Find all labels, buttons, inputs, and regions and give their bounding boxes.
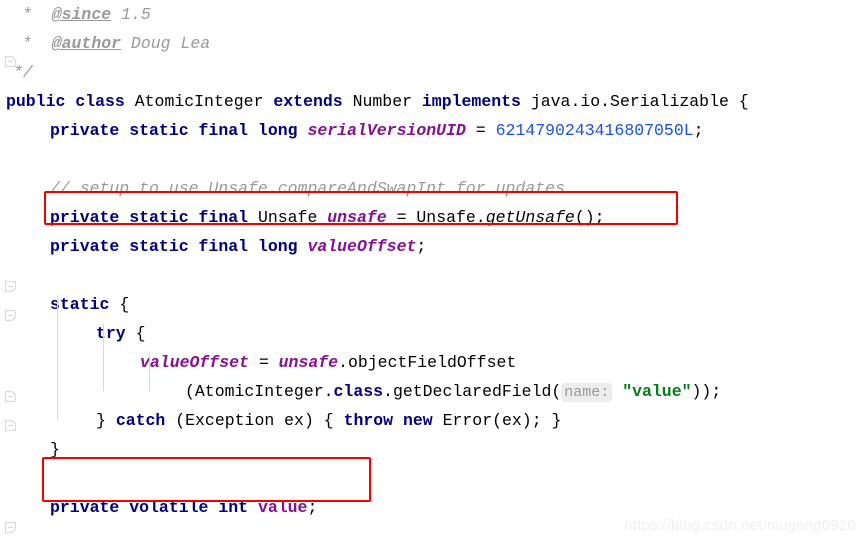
- code-editor-screenshot: * @since 1.5 * @author Doug Lea */public c…: [0, 0, 868, 542]
- guide-inner: [149, 353, 150, 391]
- line-class-decl[interactable]: public class AtomicInteger extends Numbe…: [0, 87, 749, 116]
- line-static-block-close-token-0: }: [50, 440, 60, 459]
- line-javadoc-author-token-0: *: [22, 34, 52, 53]
- line-comment-setup[interactable]: // setup to use Unsafe.compareAndSwapInt…: [0, 174, 565, 203]
- line-class-decl-token-6: implements: [421, 92, 521, 111]
- line-try-open[interactable]: try {: [0, 319, 146, 348]
- line-get-declared-field-token-4: [612, 382, 622, 401]
- line-catch-token-0: }: [96, 411, 116, 430]
- line-unsafe-field-token-2: unsafe: [327, 208, 387, 227]
- line-javadoc-author-token-1: @author: [51, 34, 122, 53]
- line-static-block-open[interactable]: static {: [0, 290, 129, 319]
- line-static-block-open-token-0: static: [50, 295, 110, 314]
- line-value-offset-field-token-3: ;: [416, 237, 427, 256]
- line-javadoc-end[interactable]: */: [0, 58, 33, 87]
- line-unsafe-field-token-0: private static final: [50, 208, 249, 227]
- line-unsafe-field-token-1: Unsafe: [248, 208, 328, 227]
- line-class-decl-token-4: extends: [273, 92, 343, 111]
- line-javadoc-author[interactable]: * @author Doug Lea: [0, 29, 210, 58]
- line-get-declared-field-token-5: "value": [622, 382, 692, 401]
- line-unsafe-field-token-5: ();: [574, 208, 605, 227]
- line-class-decl-token-5: Number: [342, 92, 422, 111]
- line-value-offset-assign-token-3: .objectFieldOffset: [338, 353, 517, 372]
- line-class-decl-token-1: [65, 92, 75, 111]
- line-value-offset-field-token-1: [298, 237, 308, 256]
- line-serial-version-uid-token-5: ;: [693, 121, 704, 140]
- line-value-field-token-0: private volatile int: [50, 498, 249, 517]
- line-try-open-token-0: try: [96, 324, 126, 343]
- line-catch-token-3: throw new: [343, 411, 433, 430]
- line-value-offset-field-token-0: private static final long: [50, 237, 298, 256]
- line-unsafe-field-token-3: = Unsafe.: [386, 208, 486, 227]
- line-value-offset-assign-token-2: unsafe: [278, 353, 339, 372]
- line-unsafe-field-token-4: getUnsafe: [485, 208, 575, 227]
- line-value-offset-assign-token-0: valueOffset: [140, 353, 249, 372]
- line-value-offset-assign[interactable]: valueOffset = unsafe.objectFieldOffset: [0, 348, 516, 377]
- line-serial-version-uid-token-0: private static final long: [50, 121, 298, 140]
- line-serial-version-uid-token-2: serialVersionUID: [307, 121, 466, 140]
- line-value-field-token-3: ;: [307, 498, 318, 517]
- line-unsafe-field[interactable]: private static final Unsafe unsafe = Uns…: [0, 203, 605, 232]
- line-try-open-token-1: {: [125, 324, 146, 343]
- line-class-decl-token-2: class: [75, 92, 125, 111]
- line-get-declared-field-token-6: ));: [691, 382, 722, 401]
- line-static-block-close[interactable]: }: [0, 435, 60, 464]
- line-value-field-token-1: [248, 498, 258, 517]
- line-value-field-token-2: value: [257, 498, 308, 517]
- line-serial-version-uid[interactable]: private static final long serialVersionU…: [0, 116, 704, 145]
- line-serial-version-uid-token-1: [298, 121, 308, 140]
- line-value-offset-field[interactable]: private static final long valueOffset;: [0, 232, 426, 261]
- line-value-offset-assign-token-1: =: [248, 353, 279, 372]
- line-get-declared-field-token-0: (AtomicInteger.: [185, 382, 334, 401]
- guide-static: [57, 295, 58, 420]
- line-catch-token-2: (Exception ex) {: [165, 411, 344, 430]
- watermark-text: https://blog.csdn.net/niugang0920: [624, 517, 856, 534]
- line-serial-version-uid-token-3: =: [465, 121, 496, 140]
- line-get-declared-field-token-1: class: [333, 382, 384, 401]
- line-javadoc-since-token-2: 1.5: [111, 5, 151, 24]
- line-value-offset-field-token-2: valueOffset: [307, 237, 417, 256]
- line-javadoc-since-token-0: *: [22, 5, 52, 24]
- line-value-field[interactable]: private volatile int value;: [0, 493, 317, 522]
- line-class-decl-token-7: java.io.Serializable {: [520, 92, 749, 111]
- line-javadoc-end-token-0: */: [13, 63, 33, 82]
- line-javadoc-since[interactable]: * @since 1.5: [0, 0, 151, 29]
- line-class-decl-token-0: public: [6, 92, 66, 111]
- line-catch-token-1: catch: [115, 411, 166, 430]
- line-get-declared-field-token-3: name:: [561, 383, 613, 402]
- line-class-decl-token-3: AtomicInteger: [124, 92, 274, 111]
- line-javadoc-since-token-1: @since: [51, 5, 112, 24]
- line-comment-setup-token-0: // setup to use Unsafe.compareAndSwapInt…: [50, 179, 565, 198]
- line-catch[interactable]: } catch (Exception ex) { throw new Error…: [0, 406, 561, 435]
- line-static-block-open-token-1: {: [109, 295, 130, 314]
- line-catch-token-4: Error(ex); }: [432, 411, 562, 430]
- editor-code-area[interactable]: * @since 1.5 * @author Doug Lea */public c…: [0, 0, 868, 542]
- guide-try: [103, 324, 104, 391]
- line-javadoc-author-token-2: Doug Lea: [121, 34, 211, 53]
- line-serial-version-uid-token-4: 6214790243416807050L: [495, 121, 694, 140]
- line-get-declared-field-token-2: .getDeclaredField(: [383, 382, 562, 401]
- line-get-declared-field[interactable]: (AtomicInteger.class.getDeclaredField(na…: [0, 377, 721, 406]
